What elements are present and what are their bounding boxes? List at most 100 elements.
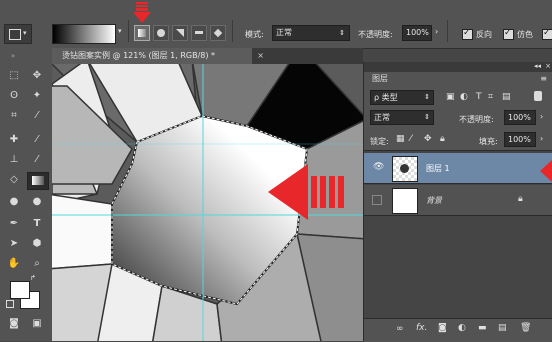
layers-tab[interactable]: 图层 <box>368 72 398 86</box>
adjustment-layer-icon[interactable]: ◐ <box>458 323 466 333</box>
lock-all-icon[interactable]: 🔒︎ <box>440 134 445 144</box>
radial-gradient-icon[interactable] <box>153 25 169 41</box>
fill-label: 填充: <box>479 137 498 146</box>
layer-opacity-input[interactable]: 100% <box>504 110 536 125</box>
magic-wand-tool-icon[interactable]: ✦ <box>28 88 46 104</box>
layers-footer: ∞ fx. ◙ ◐ ▬ ▤ 🗑︎ <box>364 318 552 342</box>
swap-colors-icon[interactable]: ↱ <box>30 274 36 282</box>
reflected-gradient-icon[interactable] <box>191 25 207 41</box>
highlight-arrow-down <box>133 2 151 23</box>
opacity-input[interactable]: 100% <box>402 25 432 41</box>
blur-tool-icon[interactable]: ● <box>5 194 23 210</box>
mode-select[interactable]: 正常 ⇕ <box>272 25 350 41</box>
layer-opacity-value: 100% <box>508 113 531 122</box>
hand-tool-icon[interactable]: ✋ <box>5 256 23 272</box>
gradient-editor-swatch[interactable] <box>52 24 116 44</box>
eraser-tool-icon[interactable]: ◇ <box>5 172 23 188</box>
link-layers-icon[interactable]: ∞ <box>396 324 404 334</box>
opacity-dropdown-icon[interactable]: › <box>435 27 438 36</box>
mode-label: 模式: <box>245 30 264 39</box>
add-mask-icon[interactable]: ◙ <box>438 323 447 333</box>
filter-kind: ρ 类型 <box>374 93 398 102</box>
reverse-checkbox[interactable] <box>462 28 473 40</box>
tool-preset-picker[interactable]: ▾ <box>4 24 32 44</box>
close-panel-icon[interactable]: × <box>545 62 551 70</box>
filter-shape-icon[interactable]: ⌗ <box>488 92 493 102</box>
filter-toggle-icon[interactable] <box>534 91 542 101</box>
layer-opacity-label: 不透明度: <box>459 115 494 124</box>
document-title: 烫钻图案实例 @ 121% (图层 1, RGB/8) * <box>62 51 216 60</box>
chevron-updown-icon: ⇕ <box>424 113 430 121</box>
brush-tool-icon[interactable]: ⁄ <box>28 132 46 148</box>
pen-tool-icon[interactable]: ✒ <box>5 216 23 232</box>
zoom-tool-icon[interactable]: ⌕ <box>28 256 46 272</box>
foreground-color-swatch[interactable] <box>10 281 30 299</box>
eyedropper-tool-icon[interactable]: ⁄ <box>28 108 46 124</box>
lock-transparent-icon[interactable]: ▦ <box>396 134 405 144</box>
lock-icon: 🔒︎ <box>518 194 523 204</box>
collapse-toolbar-icon[interactable]: » <box>4 48 22 64</box>
layer-row[interactable]: 背景 🔒︎ <box>364 185 552 216</box>
screen-mode-icon[interactable]: ▣ <box>28 316 46 332</box>
gradient-tool-icon[interactable] <box>27 172 49 190</box>
chevron-updown-icon: ⇕ <box>339 29 345 37</box>
healing-brush-tool-icon[interactable]: ✚ <box>5 132 23 148</box>
fx-icon[interactable]: fx. <box>416 323 427 333</box>
chevron-updown-icon: ⇕ <box>424 93 430 101</box>
layers-list: 👁︎ 图层 1 背景 🔒︎ <box>364 150 552 319</box>
gradient-dropdown-chevron[interactable]: ▾ <box>118 27 122 35</box>
new-layer-icon[interactable]: ▤ <box>498 323 507 333</box>
type-tool-icon[interactable]: T <box>28 216 46 232</box>
filter-adjustment-icon[interactable]: ◐ <box>460 92 468 102</box>
fill-input[interactable]: 100% <box>504 132 536 147</box>
filter-pixel-icon[interactable]: ▣ <box>446 92 455 102</box>
collapse-panel-icon[interactable]: ◂◂ <box>534 62 541 70</box>
lock-position-icon[interactable]: ✥ <box>424 134 432 144</box>
shape-tool-icon[interactable]: ⬢ <box>28 236 46 252</box>
opacity-dropdown-icon[interactable]: › <box>540 112 543 121</box>
dither-checkbox[interactable] <box>503 28 514 40</box>
new-group-icon[interactable]: ▬ <box>478 323 487 333</box>
gradient-tool-icon <box>9 29 21 40</box>
layer-name: 图层 1 <box>426 164 450 173</box>
dodge-tool-icon[interactable]: ● <box>28 194 46 210</box>
marquee-tool-icon[interactable]: ⬚ <box>5 68 23 84</box>
transparency-checkbox[interactable] <box>542 28 552 40</box>
layer-thumbnail <box>392 156 418 182</box>
panel-menu-icon[interactable]: ≡ <box>540 74 547 83</box>
lasso-tool-icon[interactable]: ʘ <box>5 88 23 104</box>
mode-value: 正常 <box>276 28 292 37</box>
document-tab[interactable]: 烫钻图案实例 @ 121% (图层 1, RGB/8) * × <box>52 48 264 64</box>
opacity-label: 不透明度: <box>358 30 393 39</box>
blend-mode-select[interactable]: 正常 ⇕ <box>370 110 434 125</box>
lock-pixels-icon[interactable]: ⁄ <box>410 134 412 144</box>
visibility-toggle[interactable] <box>372 195 382 205</box>
layer-thumbnail <box>392 188 418 214</box>
default-colors-icon[interactable] <box>6 300 14 308</box>
trash-icon[interactable]: 🗑︎ <box>520 323 531 333</box>
history-brush-tool-icon[interactable]: ⁄ <box>28 152 46 168</box>
opacity-value: 100% <box>406 28 429 37</box>
layer-name: 背景 <box>426 196 442 205</box>
eye-icon[interactable]: 👁︎ <box>373 162 384 172</box>
filter-smart-object-icon[interactable]: ▤ <box>502 92 511 102</box>
filter-type-icon[interactable]: T <box>476 92 482 102</box>
highlight-arrow-left-layer <box>540 160 552 182</box>
close-tab-icon[interactable]: × <box>257 48 264 64</box>
path-selection-tool-icon[interactable]: ➤ <box>5 236 23 252</box>
angle-gradient-icon[interactable] <box>172 25 188 41</box>
panel-top-strip: ◂◂ × <box>364 62 552 72</box>
reverse-label: 反向 <box>476 30 492 39</box>
highlight-arrow-big <box>268 164 344 220</box>
quick-mask-icon[interactable]: ◙ <box>5 316 23 332</box>
crop-tool-icon[interactable]: ⌗ <box>5 108 23 124</box>
move-tool-icon[interactable]: ✥ <box>28 68 46 84</box>
blend-mode-value: 正常 <box>374 113 390 122</box>
diamond-gradient-icon[interactable] <box>210 25 226 41</box>
fill-dropdown-icon[interactable]: › <box>540 134 543 143</box>
tools-panel: » ⬚ ✥ ʘ ✦ ⌗ ⁄ ✚ ⁄ ⊥ ⁄ ◇ ● ● ✒ T ➤ ⬢ ✋ ⌕ … <box>0 48 53 341</box>
layer-filter-select[interactable]: ρ 类型 ⇕ <box>370 90 434 105</box>
linear-gradient-icon[interactable] <box>134 25 150 41</box>
clone-stamp-tool-icon[interactable]: ⊥ <box>5 152 23 168</box>
layer-row[interactable]: 👁︎ 图层 1 <box>364 153 552 184</box>
